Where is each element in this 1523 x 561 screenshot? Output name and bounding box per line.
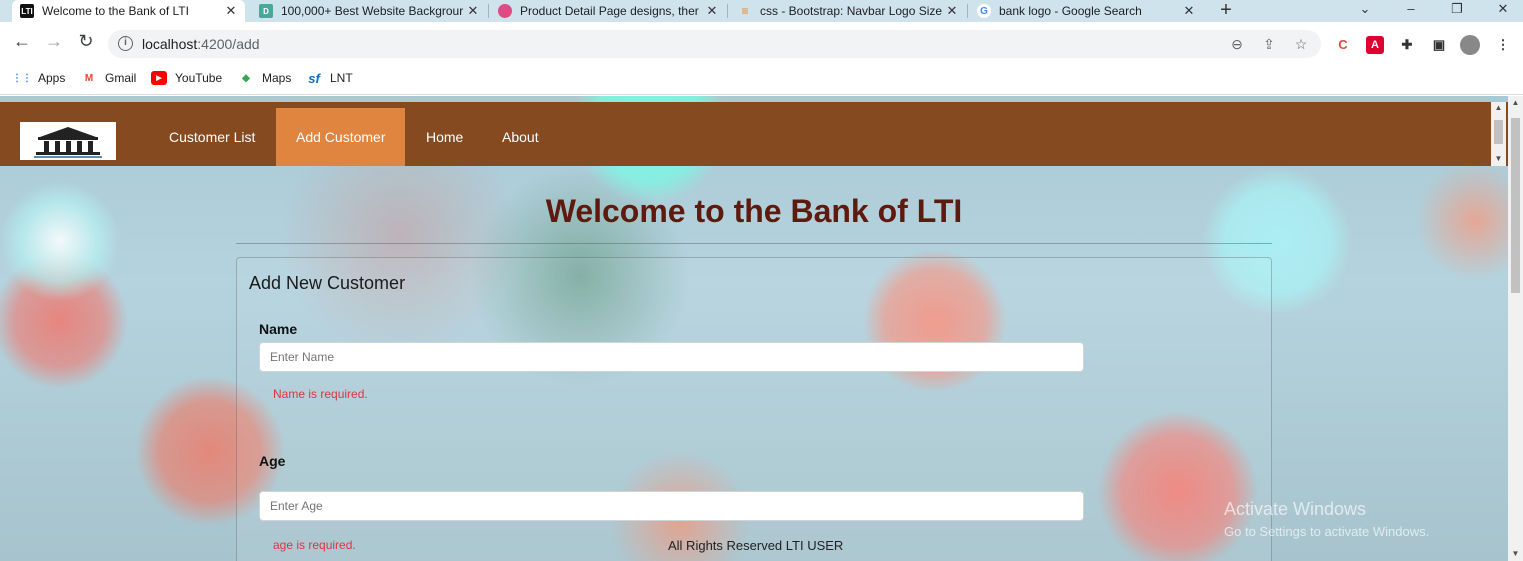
- tab-title: 100,000+ Best Website Backgrour: [281, 4, 464, 18]
- gmail-icon: M: [84, 72, 94, 84]
- scroll-thumb[interactable]: [1511, 118, 1520, 293]
- url-host: localhost: [142, 36, 198, 52]
- forward-arrow-icon[interactable]: →: [42, 30, 66, 54]
- address-bar[interactable]: i localhost:4200/add ⊖ ⇪ ☆: [108, 30, 1321, 58]
- navbar-scrollbar[interactable]: ▲ ▼: [1491, 102, 1506, 166]
- bank-building-icon: [34, 127, 102, 158]
- bookmark-label: YouTube: [175, 71, 223, 85]
- tab-separator: [488, 4, 489, 18]
- bookmark-youtube[interactable]: ▶ YouTube: [151, 68, 222, 88]
- youtube-icon: ▶: [151, 71, 167, 85]
- page-scrollbar[interactable]: ▲ ▼: [1508, 96, 1523, 561]
- angular-devtools-icon[interactable]: A: [1366, 36, 1384, 54]
- page-viewport: Customer List Add Customer Home About We…: [0, 96, 1508, 561]
- tab-title: Product Detail Page designs, ther: [520, 4, 699, 18]
- d-favicon-icon: D: [259, 4, 273, 18]
- form-title: Add New Customer: [249, 273, 406, 293]
- browser-tab-strip: LTI Welcome to the Bank of LTI ✕ D 100,0…: [0, 0, 1523, 22]
- page-title: Welcome to the Bank of LTI: [545, 193, 963, 229]
- name-label: Name: [259, 321, 298, 337]
- side-panel-icon[interactable]: ▣: [1430, 36, 1448, 54]
- nav-about[interactable]: About: [482, 108, 559, 166]
- zoom-icon[interactable]: ⊖: [1228, 35, 1246, 53]
- reload-icon[interactable]: ↻: [74, 30, 98, 54]
- add-customer-card: Add New Customer Name Name is required. …: [236, 257, 1272, 561]
- scroll-down-arrow-icon[interactable]: ▼: [1508, 549, 1523, 558]
- browser-toolbar: ← → ↻ i localhost:4200/add ⊖ ⇪ ☆ C A ✚ ▣…: [0, 22, 1523, 60]
- tab-welcome-bank[interactable]: LTI Welcome to the Bank of LTI ✕: [12, 0, 245, 22]
- share-icon[interactable]: ⇪: [1260, 35, 1278, 53]
- back-arrow-icon[interactable]: ←: [10, 30, 34, 54]
- watermark-line2: Go to Settings to activate Windows.: [1224, 524, 1430, 539]
- nav-customer-list[interactable]: Customer List: [149, 108, 275, 166]
- close-icon[interactable]: ✕: [223, 3, 239, 19]
- tab-separator: [727, 4, 728, 18]
- profile-avatar-icon[interactable]: [1460, 35, 1480, 55]
- tab-title: css - Bootstrap: Navbar Logo Size: [760, 4, 943, 18]
- google-icon: G: [977, 4, 991, 18]
- apps-grid-icon: ⋮⋮: [12, 72, 32, 84]
- bookmark-label: Gmail: [105, 71, 137, 85]
- bookmark-apps[interactable]: ⋮⋮ Apps: [12, 68, 66, 88]
- age-input[interactable]: [259, 491, 1084, 521]
- bank-logo[interactable]: [20, 122, 116, 160]
- minimize-icon[interactable]: –: [1396, 0, 1426, 22]
- url-text: localhost:4200/add: [142, 36, 260, 52]
- tab-search-chevron-icon[interactable]: ⌄: [1350, 0, 1380, 22]
- tab-product-detail[interactable]: Product Detail Page designs, ther ✕: [490, 0, 726, 22]
- close-icon[interactable]: ✕: [704, 3, 720, 19]
- tab-website-backgrounds[interactable]: D 100,000+ Best Website Backgrour ✕: [251, 0, 487, 22]
- menu-kebab-icon[interactable]: ⋮: [1494, 36, 1512, 54]
- site-navbar: Customer List Add Customer Home About: [0, 102, 1508, 166]
- restore-icon[interactable]: ❐: [1442, 0, 1472, 22]
- bookmark-label: LNT: [330, 71, 353, 85]
- bookmark-label: Maps: [262, 71, 292, 85]
- tab-title: Welcome to the Bank of LTI: [42, 4, 189, 18]
- nav-add-customer[interactable]: Add Customer: [276, 108, 406, 166]
- url-path: :4200/add: [197, 36, 260, 52]
- age-label: Age: [259, 453, 286, 469]
- close-icon[interactable]: ✕: [944, 3, 960, 19]
- bookmark-star-icon[interactable]: ☆: [1292, 35, 1310, 53]
- close-icon[interactable]: ✕: [465, 3, 481, 19]
- sf-logo-icon: sf: [308, 70, 320, 86]
- bookmark-gmail[interactable]: M Gmail: [81, 68, 137, 88]
- tab-title: bank logo - Google Search: [999, 4, 1142, 18]
- title-divider: [236, 243, 1272, 244]
- stackoverflow-icon: ≡: [741, 4, 749, 18]
- window-close-icon[interactable]: ✕: [1488, 0, 1518, 22]
- new-tab-button[interactable]: +: [1214, 0, 1238, 22]
- site-info-icon[interactable]: i: [118, 36, 133, 51]
- scroll-up-arrow-icon[interactable]: ▲: [1508, 98, 1523, 107]
- scroll-thumb[interactable]: [1494, 120, 1503, 144]
- scroll-down-arrow-icon[interactable]: ▼: [1491, 154, 1506, 163]
- lti-favicon-icon: LTI: [20, 4, 34, 18]
- maps-icon: ◆: [242, 72, 250, 84]
- watermark-line1: Activate Windows: [1224, 499, 1367, 519]
- nav-home[interactable]: Home: [406, 108, 483, 166]
- extensions-puzzle-icon[interactable]: ✚: [1398, 36, 1416, 54]
- close-icon[interactable]: ✕: [1181, 3, 1197, 19]
- tab-stackoverflow[interactable]: ≡ css - Bootstrap: Navbar Logo Size ✕: [730, 0, 966, 22]
- name-input[interactable]: [259, 342, 1084, 372]
- bookmark-label: Apps: [38, 71, 66, 85]
- age-error-message: age is required.: [273, 538, 356, 552]
- extension-c-icon[interactable]: C: [1334, 36, 1352, 54]
- scroll-up-arrow-icon[interactable]: ▲: [1491, 103, 1506, 112]
- footer-text: All Rights Reserved LTI USER: [668, 538, 844, 553]
- bookmark-maps[interactable]: ◆ Maps: [238, 68, 291, 88]
- bookmark-lnt[interactable]: sf LNT: [306, 68, 353, 88]
- name-error-message: Name is required.: [273, 387, 368, 401]
- activate-windows-watermark: Activate Windows Go to Settings to activ…: [1224, 499, 1429, 539]
- tab-separator: [967, 4, 968, 18]
- tab-google-search[interactable]: G bank logo - Google Search ✕: [969, 0, 1203, 22]
- bookmarks-bar: ⋮⋮ Apps M Gmail ▶ YouTube ◆ Maps sf LNT: [0, 60, 1523, 95]
- dribbble-icon: [498, 4, 512, 18]
